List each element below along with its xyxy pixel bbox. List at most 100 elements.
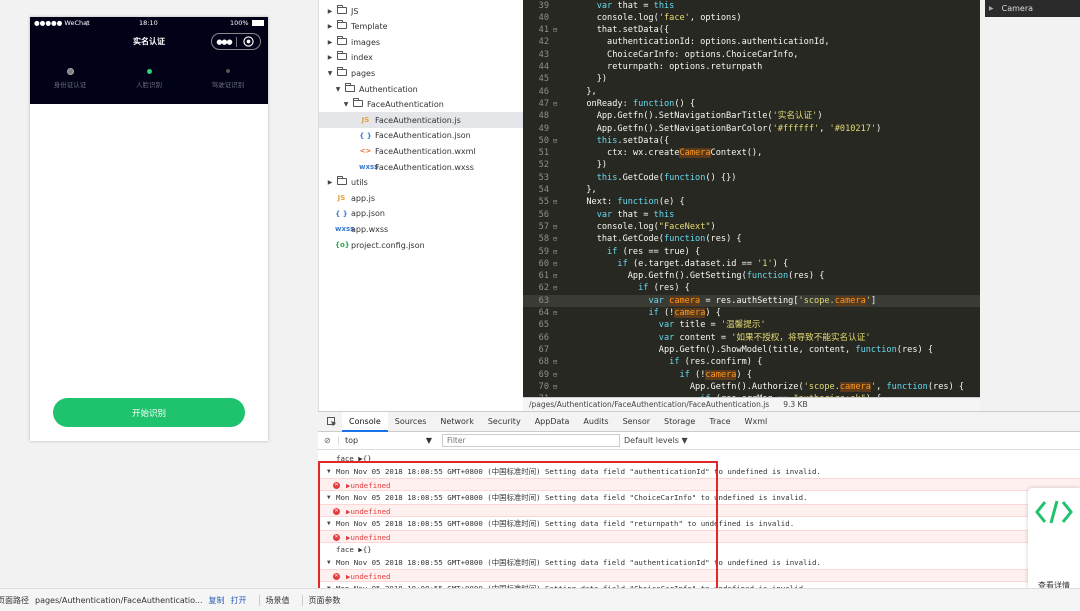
- open-link[interactable]: 打开: [231, 595, 247, 606]
- code-line[interactable]: 39 var that = this: [523, 0, 980, 12]
- tree-item-label: app.json: [351, 209, 385, 219]
- tab-trace[interactable]: Trace: [702, 412, 737, 432]
- code-line[interactable]: 70 ⊟ App.Getfn().Authorize('scope.camera'…: [523, 381, 980, 393]
- tree-file[interactable]: wxss app.wxss: [319, 221, 523, 237]
- code-line[interactable]: 46 },: [523, 86, 980, 98]
- code-line[interactable]: 55 ⊟ Next: function(e) {: [523, 196, 980, 208]
- tree-folder[interactable]: ▼ Authentication: [319, 81, 523, 97]
- code-line[interactable]: 51 ctx: wx.createCameraContext(),: [523, 147, 980, 159]
- code-line[interactable]: 66 var content = '如果不授权，将导致不能实名认证': [523, 332, 980, 344]
- detail-card[interactable]: 查看详情: [1028, 488, 1080, 596]
- tab-audits[interactable]: Audits: [576, 412, 615, 432]
- code-line[interactable]: 48 App.Getfn().SetNavigationBarTitle('实名…: [523, 110, 980, 122]
- code-line[interactable]: 62 ⊟ if (res) {: [523, 282, 980, 294]
- tree-folder[interactable]: ▼ pages: [319, 65, 523, 81]
- fold-toggle-icon[interactable]: ⊟: [553, 270, 561, 282]
- fold-toggle-icon[interactable]: ⊟: [553, 258, 561, 270]
- tree-folder[interactable]: ▼ FaceAuthentication: [319, 97, 523, 113]
- page-params-button[interactable]: 页面参数: [309, 595, 341, 606]
- code-line[interactable]: 56 var that = this: [523, 209, 980, 221]
- expand-toggle-icon[interactable]: ▼: [327, 465, 331, 478]
- console-message[interactable]: ✕ ▶undefined: [318, 478, 1080, 491]
- tree-folder[interactable]: ▶ JS: [319, 3, 523, 19]
- tab-network[interactable]: Network: [433, 412, 480, 432]
- expand-toggle-icon[interactable]: ▼: [327, 556, 331, 569]
- code-line[interactable]: 60 ⊟ if (e.target.dataset.id == '1') {: [523, 258, 980, 270]
- fold-toggle-icon[interactable]: ⊟: [553, 369, 561, 381]
- tab-console[interactable]: Console: [342, 411, 388, 432]
- code-line[interactable]: 45 }): [523, 73, 980, 85]
- console-message[interactable]: ✕ ▶undefined: [318, 504, 1080, 517]
- code-line[interactable]: 59 ⊟ if (res == true) {: [523, 246, 980, 258]
- console-text: face ▶{}: [336, 454, 372, 463]
- log-levels-select[interactable]: Default levels ▼: [624, 436, 688, 445]
- step-label: 身份证认证: [53, 81, 87, 89]
- tree-file[interactable]: <> FaceAuthentication.wxml: [319, 143, 523, 159]
- close-miniprogram-icon[interactable]: [237, 36, 260, 47]
- fold-toggle-icon[interactable]: ⊟: [553, 221, 561, 233]
- code-line[interactable]: 43 ChoiceCarInfo: options.ChoiceCarInfo,: [523, 49, 980, 61]
- tab-sensor[interactable]: Sensor: [616, 412, 657, 432]
- tree-folder[interactable]: ▶ Template: [319, 19, 523, 35]
- code-line[interactable]: 63 var camera = res.authSetting['scope.c…: [523, 294, 980, 307]
- code-line[interactable]: 67 App.Getfn().ShowModel(title, content,…: [523, 344, 980, 356]
- code-line[interactable]: 64 ⊟ if (!camera) {: [523, 307, 980, 319]
- more-icon[interactable]: ●●●: [212, 38, 236, 46]
- code-editor[interactable]: 39 var that = this 40 console.log('face',…: [523, 0, 980, 397]
- inspect-element-icon[interactable]: [322, 416, 342, 427]
- tab-security[interactable]: Security: [481, 412, 528, 432]
- code-line[interactable]: 53 this.GetCode(function() {}): [523, 172, 980, 184]
- tab-appdata[interactable]: AppData: [528, 412, 577, 432]
- code-line[interactable]: 69 ⊟ if (!camera) {: [523, 369, 980, 381]
- code-line[interactable]: 41 ⊟ that.setData({: [523, 24, 980, 36]
- tree-folder[interactable]: ▶ utils: [319, 175, 523, 191]
- console-message[interactable]: ✕ ▶undefined: [318, 530, 1080, 543]
- fold-toggle-icon[interactable]: ⊟: [553, 196, 561, 208]
- camera-outline-item[interactable]: ▶ Camera: [985, 0, 1080, 17]
- code-line[interactable]: 50 ⊟ this.setData({: [523, 135, 980, 147]
- code-line[interactable]: 47 ⊟ onReady: function() {: [523, 98, 980, 110]
- tab-storage[interactable]: Storage: [657, 412, 702, 432]
- code-line[interactable]: 61 ⊟ App.Getfn().GetSetting(function(res)…: [523, 270, 980, 282]
- console-message[interactable]: ✕ ▶undefined: [318, 569, 1080, 582]
- code-line[interactable]: 65 var title = '温馨提示': [523, 319, 980, 331]
- fold-toggle-icon[interactable]: ⊟: [553, 233, 561, 245]
- fold-toggle-icon[interactable]: ⊟: [553, 98, 561, 110]
- context-select[interactable]: top ▼: [338, 436, 438, 445]
- code-text: var content = '如果不授权，将导致不能实名认证': [658, 332, 871, 343]
- tree-folder[interactable]: ▶ index: [319, 50, 523, 66]
- code-line[interactable]: 68 ⊟ if (res.confirm) {: [523, 356, 980, 368]
- tree-file[interactable]: JS app.js: [319, 190, 523, 206]
- code-line[interactable]: 40 console.log('face', options): [523, 12, 980, 24]
- fold-toggle-icon[interactable]: ⊟: [553, 356, 561, 368]
- fold-toggle-icon[interactable]: ⊟: [553, 381, 561, 393]
- tree-file[interactable]: {o} project.config.json: [319, 237, 523, 253]
- scene-button[interactable]: 场景值: [266, 595, 290, 606]
- code-line[interactable]: 57 ⊟ console.log("FaceNext"): [523, 221, 980, 233]
- console-filter-input[interactable]: [442, 434, 620, 447]
- tree-file[interactable]: { } app.json: [319, 206, 523, 222]
- tree-file[interactable]: { } FaceAuthentication.json: [319, 128, 523, 144]
- copy-link[interactable]: 复制: [209, 595, 225, 606]
- fold-toggle-icon[interactable]: ⊟: [553, 135, 561, 147]
- code-line[interactable]: 54 },: [523, 184, 980, 196]
- start-recognition-button[interactable]: 开始识别: [53, 398, 245, 427]
- code-line[interactable]: 49 App.Getfn().SetNavigationBarColor('#f…: [523, 123, 980, 135]
- tree-file[interactable]: JS FaceAuthentication.js: [319, 112, 523, 129]
- fold-toggle-icon[interactable]: ⊟: [553, 307, 561, 319]
- tab-sources[interactable]: Sources: [388, 412, 434, 432]
- code-line[interactable]: 44 returnpath: options.returnpath: [523, 61, 980, 73]
- expand-toggle-icon[interactable]: ▼: [327, 517, 331, 530]
- clear-console-icon[interactable]: ⊘: [324, 436, 338, 445]
- expand-toggle-icon[interactable]: ▼: [327, 491, 331, 504]
- fold-toggle-icon[interactable]: ⊟: [553, 24, 561, 36]
- code-line[interactable]: 52 }): [523, 159, 980, 171]
- tree-file[interactable]: wxss FaceAuthentication.wxss: [319, 159, 523, 175]
- tree-folder[interactable]: ▶ images: [319, 34, 523, 50]
- code-line[interactable]: 58 ⊟ that.GetCode(function(res) {: [523, 233, 980, 245]
- fold-toggle-icon[interactable]: ⊟: [553, 282, 561, 294]
- code-text: App.Getfn().SetNavigationBarTitle('实名认证'…: [576, 111, 823, 122]
- fold-toggle-icon[interactable]: ⊟: [553, 246, 561, 258]
- tab-wxml[interactable]: Wxml: [738, 412, 775, 432]
- code-line[interactable]: 42 authenticationId: options.authenticat…: [523, 36, 980, 48]
